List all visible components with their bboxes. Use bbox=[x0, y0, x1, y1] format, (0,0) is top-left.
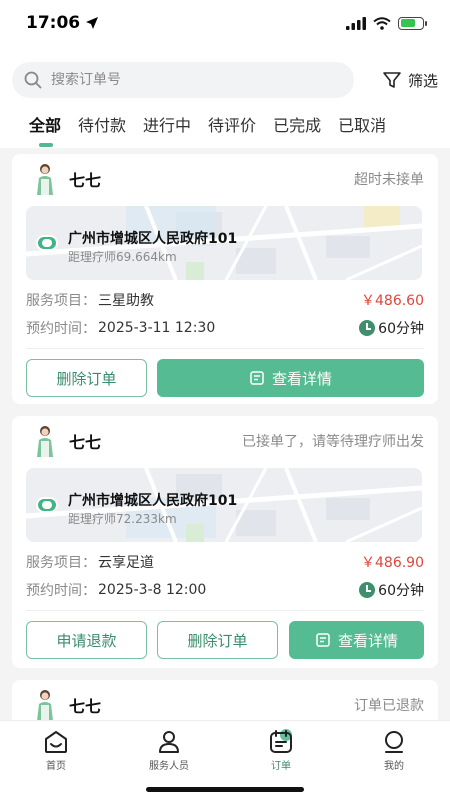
therapist-name: 七七 bbox=[69, 171, 102, 190]
search-row: 筛选 bbox=[12, 62, 438, 98]
duration: 60分钟 bbox=[359, 580, 424, 600]
therapist-distance: 距理疗师72.233km bbox=[68, 512, 177, 526]
therapist-avatar bbox=[37, 426, 53, 457]
therapist-avatar bbox=[37, 690, 53, 720]
home-indicator bbox=[146, 787, 304, 792]
appointment-row: 预约时间： 2025-3-11 12:30 60分钟 bbox=[26, 318, 424, 338]
divider bbox=[26, 348, 424, 349]
appointment-row: 预约时间： 2025-3-8 12:00 60分钟 bbox=[26, 580, 424, 600]
tabbar-profile[interactable]: 我的 bbox=[354, 729, 434, 772]
appointment-label: 预约时间： bbox=[26, 321, 96, 337]
therapist-avatar bbox=[37, 164, 53, 195]
filter-button[interactable]: 筛选 bbox=[382, 70, 438, 91]
search-box[interactable] bbox=[12, 62, 354, 98]
order-list: 七七 超时未接单 广州市增城区人民政府101 距理疗师69.664km 服务项目… bbox=[0, 150, 450, 720]
order-status: 已接单了，请等待理疗师出发 bbox=[242, 434, 424, 450]
therapist-name: 七七 bbox=[69, 433, 102, 452]
order-price: ￥486.60 bbox=[361, 293, 424, 309]
card-header: 七七 订单已退款 bbox=[12, 680, 438, 720]
filter-icon bbox=[383, 72, 401, 88]
delete-order-button[interactable]: 删除订单 bbox=[26, 359, 147, 397]
service-label: 服务项目： bbox=[26, 293, 96, 309]
location-arrow-icon bbox=[86, 17, 99, 29]
map-pin-icon bbox=[36, 497, 58, 513]
therapist-name: 七七 bbox=[69, 697, 102, 716]
filter-label: 筛选 bbox=[407, 71, 438, 90]
tabbar-profile-label: 我的 bbox=[384, 761, 404, 772]
search-input[interactable] bbox=[51, 72, 321, 88]
order-card: 七七 订单已退款 bbox=[12, 680, 438, 720]
service-address: 广州市增城区人民政府101 bbox=[68, 231, 238, 247]
view-details-label: 查看详情 bbox=[337, 631, 398, 650]
profile-icon bbox=[385, 731, 403, 753]
tabbar-staff[interactable]: 服务人员 bbox=[129, 729, 209, 772]
tabbar-orders[interactable]: 订单 bbox=[241, 729, 321, 772]
tab-cancelled[interactable]: 已取消 bbox=[338, 112, 386, 136]
request-refund-button[interactable]: 申请退款 bbox=[26, 621, 147, 659]
delete-order-button[interactable]: 删除订单 bbox=[157, 621, 278, 659]
tabbar-orders-label: 订单 bbox=[271, 761, 291, 772]
tab-pending-payment[interactable]: 待付款 bbox=[78, 112, 126, 136]
duration-value: 60分钟 bbox=[378, 583, 424, 599]
map-pin-icon bbox=[36, 235, 58, 251]
status-time: 17:06 bbox=[26, 13, 81, 33]
service-address: 广州市增城区人民政府101 bbox=[68, 493, 238, 509]
view-details-button[interactable]: 查看详情 bbox=[157, 359, 424, 397]
view-details-button[interactable]: 查看详情 bbox=[289, 621, 424, 659]
clock-icon bbox=[359, 320, 376, 336]
wifi-icon bbox=[373, 16, 391, 30]
order-tabs: 全部 待付款 进行中 待评价 已完成 已取消 bbox=[0, 112, 450, 147]
tabbar-staff-label: 服务人员 bbox=[149, 761, 189, 772]
order-status: 订单已退款 bbox=[354, 698, 424, 714]
tabbar-home[interactable]: 首页 bbox=[16, 729, 96, 772]
service-row: 服务项目： 三星助教 ￥486.60 bbox=[26, 290, 424, 310]
duration-value: 60分钟 bbox=[378, 321, 424, 337]
order-card: 七七 超时未接单 广州市增城区人民政府101 距理疗师69.664km 服务项目… bbox=[12, 154, 438, 404]
order-card: 七七 已接单了，请等待理疗师出发 广州市增城区人民政府101 距理疗师72.23… bbox=[12, 416, 438, 668]
tab-all[interactable]: 全部 bbox=[29, 112, 61, 147]
document-icon bbox=[316, 633, 330, 647]
tab-pending-review[interactable]: 待评价 bbox=[208, 112, 256, 136]
order-price: ￥486.90 bbox=[361, 555, 424, 571]
divider bbox=[26, 610, 424, 611]
service-label: 服务项目： bbox=[26, 555, 96, 571]
battery-icon bbox=[398, 16, 427, 30]
order-status: 超时未接单 bbox=[354, 172, 424, 188]
document-icon bbox=[250, 371, 264, 385]
tab-in-progress[interactable]: 进行中 bbox=[143, 112, 191, 136]
appointment-label: 预约时间： bbox=[26, 583, 96, 599]
duration: 60分钟 bbox=[359, 318, 424, 338]
order-icon bbox=[270, 729, 292, 753]
service-row: 服务项目： 云享足道 ￥486.90 bbox=[26, 552, 424, 572]
address-map: 广州市增城区人民政府101 距理疗师72.233km bbox=[26, 468, 422, 542]
appointment-time: 2025-3-8 12:00 bbox=[98, 582, 207, 598]
view-details-label: 查看详情 bbox=[271, 369, 332, 388]
person-icon bbox=[159, 731, 179, 753]
home-icon bbox=[45, 731, 67, 753]
card-header: 七七 已接单了，请等待理疗师出发 bbox=[12, 416, 438, 466]
clock-icon bbox=[359, 582, 376, 598]
tab-completed[interactable]: 已完成 bbox=[273, 112, 321, 136]
tabbar-home-label: 首页 bbox=[46, 761, 66, 772]
address-map: 广州市增城区人民政府101 距理疗师69.664km bbox=[26, 206, 422, 280]
search-icon bbox=[24, 71, 42, 89]
status-bar: 17:06 bbox=[0, 0, 450, 46]
appointment-time: 2025-3-11 12:30 bbox=[98, 320, 216, 336]
service-name: 三星助教 bbox=[98, 293, 154, 309]
card-header: 七七 超时未接单 bbox=[12, 154, 438, 204]
service-name: 云享足道 bbox=[98, 555, 154, 571]
cellular-signal-icon bbox=[346, 16, 366, 30]
therapist-distance: 距理疗师69.664km bbox=[68, 250, 177, 264]
